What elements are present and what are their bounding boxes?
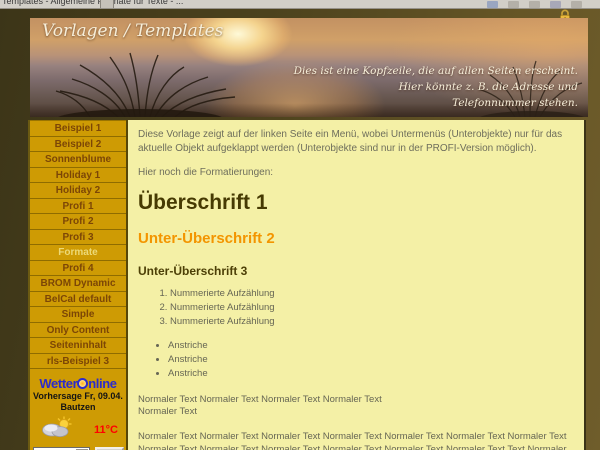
sidebar-item-belcal-default[interactable]: BelCal default: [30, 292, 126, 308]
main-content: Diese Vorlage zeigt auf der linken Seite…: [128, 120, 586, 450]
forecast-label: Vorhersage Fr, 09.04.: [30, 391, 126, 402]
sidebar-item-profi-1[interactable]: Profi 1: [30, 199, 126, 215]
sidebar: Beispiel 1 Beispiel 2 Sonnenblume Holida…: [28, 120, 128, 450]
sidebar-item-holiday-2[interactable]: Holiday 2: [30, 183, 126, 199]
forecast-location: Bautzen: [30, 402, 126, 413]
formats-intro: Hier noch die Formatierungen:: [138, 167, 574, 178]
browser-chrome: Templates - Allgemeine Formate für Texte…: [0, 0, 600, 9]
weather-widget: Wetter nline Vorhersage Fr, 09.04. Bautze…: [30, 377, 126, 450]
list-item: Nummerierte Aufzählung: [170, 287, 574, 301]
browser-window: Templates - Allgemeine Formate für Texte…: [0, 0, 600, 450]
browser-title: Templates - Allgemeine Formate für Texte…: [2, 0, 183, 6]
list-item: Anstriche: [168, 353, 574, 367]
header-tagline: Dies ist eine Kopfzeile, die auf allen S…: [294, 64, 578, 111]
normal-text-short: Normaler Text Normaler Text Normaler Tex…: [138, 394, 574, 420]
sidebar-item-sonnenblume[interactable]: Sonnenblume: [30, 152, 126, 168]
site-title: Vorlagen / Templates: [42, 21, 223, 41]
heading-3: Unter-Überschrift 3: [138, 264, 574, 278]
sun-behind-cloud-icon: [40, 416, 74, 443]
normal-text-long: Normaler Text Normaler Text Normaler Tex…: [138, 431, 574, 450]
intro-paragraph: Diese Vorlage zeigt auf der linken Seite…: [138, 128, 574, 156]
header-image: Vorlagen / Templates Dies ist eine Kopfz…: [30, 18, 588, 117]
toolbar-icon[interactable]: [508, 1, 519, 8]
sidebar-item-formate[interactable]: Formate: [30, 245, 126, 261]
sidebar-item-beispiel-1[interactable]: Beispiel 1: [30, 121, 126, 137]
sun-o-icon: [77, 378, 88, 389]
toolbar-separator: [100, 0, 114, 9]
list-item: Nummerierte Aufzählung: [170, 301, 574, 315]
sidebar-item-only-content[interactable]: Only Content: [30, 323, 126, 339]
temperature-value: 11°C: [94, 424, 118, 436]
toolbar-icon[interactable]: [529, 1, 540, 8]
sidebar-item-seiteninhalt[interactable]: Seiteninhalt: [30, 338, 126, 354]
sidebar-item-brom-dynamic[interactable]: BROM Dynamic: [30, 276, 126, 292]
sidebar-item-profi-3[interactable]: Profi 3: [30, 230, 126, 246]
sidebar-item-rls-beispiel-3[interactable]: rls-Beispiel 3: [30, 354, 126, 370]
sidebar-item-holiday-1[interactable]: Holiday 1: [30, 168, 126, 184]
sidebar-item-beispiel-2[interactable]: Beispiel 2: [30, 137, 126, 153]
sidebar-item-profi-4[interactable]: Profi 4: [30, 261, 126, 277]
list-item: Anstriche: [168, 367, 574, 381]
brand-suffix: nline: [88, 376, 116, 391]
brand-prefix: Wetter: [39, 376, 77, 391]
navigation-menu: Beispiel 1 Beispiel 2 Sonnenblume Holida…: [30, 120, 126, 369]
list-item: Nummerierte Aufzählung: [170, 315, 574, 329]
bullet-list: Anstriche Anstriche Anstriche: [168, 339, 574, 380]
heading-1: Überschrift 1: [138, 191, 574, 215]
toolbar-icon[interactable]: [550, 1, 561, 8]
sidebar-item-profi-2[interactable]: Profi 2: [30, 214, 126, 230]
wetteronline-logo[interactable]: Wetter nline: [30, 377, 126, 391]
numbered-list: Nummerierte Aufzählung Nummerierte Aufzä…: [170, 287, 574, 328]
toolbar-icon[interactable]: [487, 1, 498, 8]
heading-2: Unter-Überschrift 2: [138, 230, 574, 247]
list-item: Anstriche: [168, 339, 574, 353]
sidebar-item-simple[interactable]: Simple: [30, 307, 126, 323]
toolbar-icon[interactable]: [571, 1, 582, 8]
browser-toolbar-icons: [487, 1, 582, 8]
